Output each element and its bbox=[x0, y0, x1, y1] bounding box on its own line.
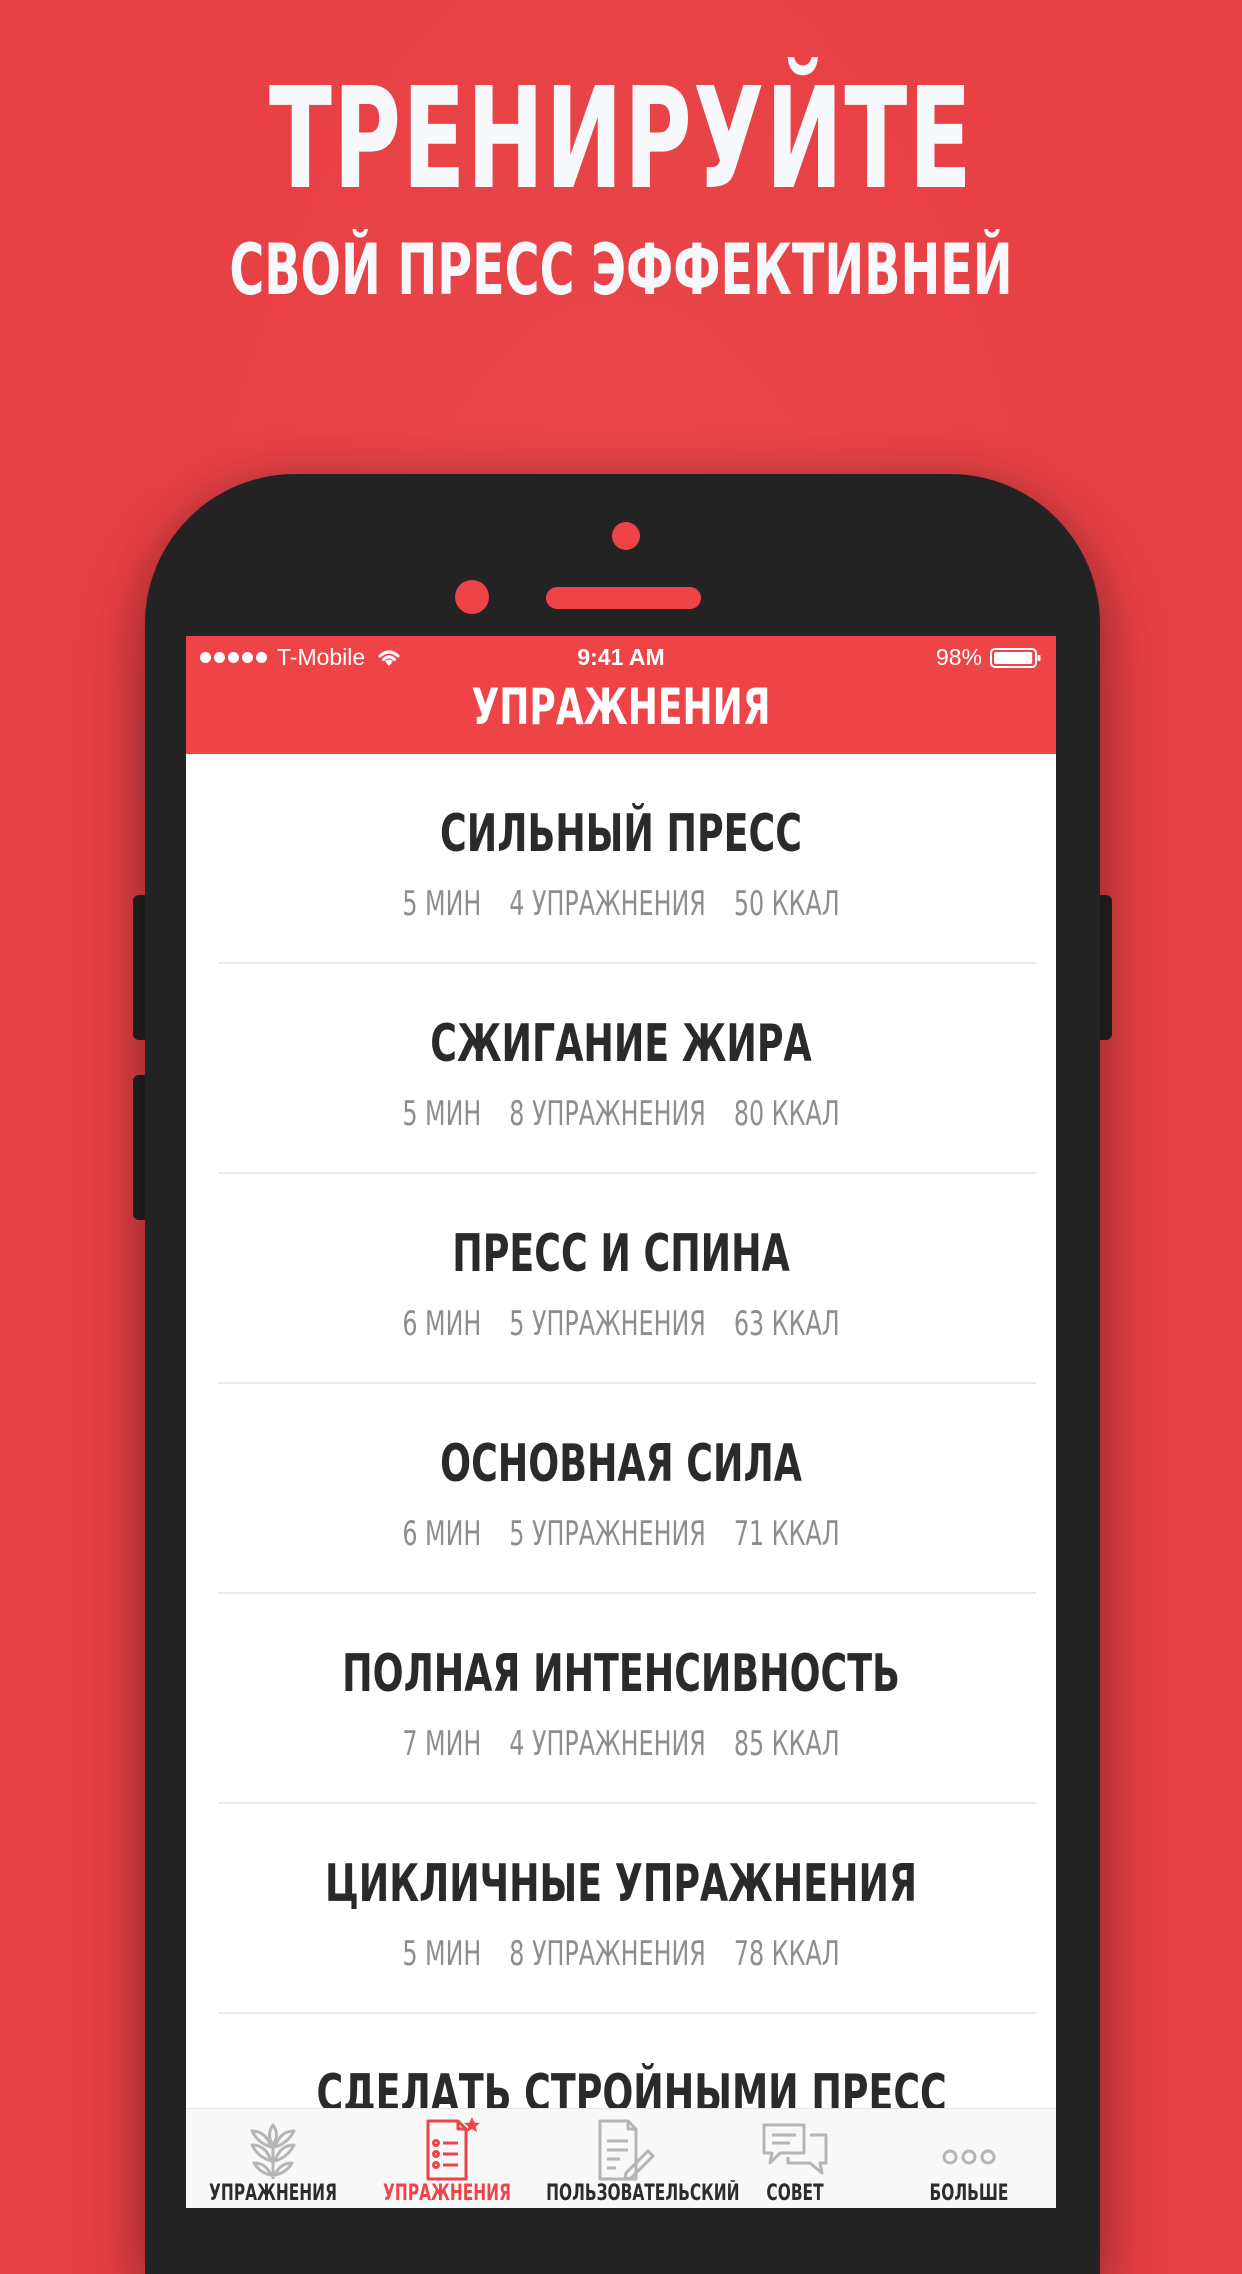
workout-exercises: 4 УПРАЖНЕНИЯ bbox=[509, 884, 706, 924]
checklist-star-icon bbox=[426, 2117, 480, 2181]
workout-title: СЖИГАНИЕ ЖИРА bbox=[430, 1014, 812, 1074]
battery-icon bbox=[990, 647, 1041, 668]
workout-calories: 78 ККАЛ bbox=[733, 1934, 840, 1974]
tab-label: УПРАЖНЕНИЯ bbox=[383, 2181, 511, 2206]
workout-meta: 7 МИН 4 УПРАЖНЕНИЯ 85 ККАЛ bbox=[317, 1722, 926, 1766]
workout-meta: 5 МИН 8 УПРАЖНЕНИЯ 80 ККАЛ bbox=[317, 1092, 926, 1136]
tab-label: СОВЕТ bbox=[766, 2181, 824, 2206]
workout-title: ОСНОВНАЯ СИЛА bbox=[440, 1434, 802, 1494]
workout-meta: 6 МИН 5 УПРАЖНЕНИЯ 63 ККАЛ bbox=[317, 1302, 926, 1346]
workout-title: СИЛЬНЫЙ ПРЕСС bbox=[440, 804, 802, 864]
workout-exercises: 5 УПРАЖНЕНИЯ bbox=[509, 1514, 706, 1554]
more-dots-icon bbox=[942, 2149, 996, 2165]
workout-duration: 6 МИН bbox=[402, 1514, 482, 1554]
workout-exercises: 5 УПРАЖНЕНИЯ bbox=[509, 1304, 706, 1344]
status-time: 9:41 AM bbox=[577, 644, 665, 670]
workout-duration: 5 МИН bbox=[402, 1094, 482, 1134]
workout-duration: 5 МИН bbox=[402, 1934, 482, 1974]
phone-screen: T-Mobile 9:41 AM 98% УПРАЖНЕНИЯ СИЛЬНЫЙ … bbox=[186, 636, 1056, 2208]
workout-duration: 7 МИН bbox=[402, 1724, 482, 1764]
status-right: 98% bbox=[936, 644, 1042, 671]
battery-percent: 98% bbox=[935, 644, 982, 670]
workout-calories: 80 ККАЛ bbox=[733, 1094, 840, 1134]
workout-exercises: 4 УПРАЖНЕНИЯ bbox=[509, 1724, 706, 1764]
workout-meta: 5 МИН 4 УПРАЖНЕНИЯ 50 ККАЛ bbox=[317, 882, 926, 926]
workout-row[interactable]: СЖИГАНИЕ ЖИРА 5 МИН 8 УПРАЖНЕНИЯ 80 ККАЛ bbox=[186, 964, 1056, 1174]
workout-title: ПРЕСС И СПИНА bbox=[452, 1224, 790, 1284]
workout-row[interactable]: ПРЕСС И СПИНА 6 МИН 5 УПРАЖНЕНИЯ 63 ККАЛ bbox=[186, 1174, 1056, 1384]
workout-calories: 71 ККАЛ bbox=[733, 1514, 840, 1554]
promo-subheadline: СВОЙ ПРЕСС ЭФФЕКТИВНЕЙ bbox=[229, 229, 1013, 311]
earpiece-speaker bbox=[546, 587, 701, 609]
document-edit-icon bbox=[598, 2119, 655, 2181]
workout-calories: 85 ККАЛ bbox=[733, 1724, 840, 1764]
tab-label: УПРАЖНЕНИЯ bbox=[209, 2181, 337, 2206]
workout-row[interactable]: ОСНОВНАЯ СИЛА 6 МИН 5 УПРАЖНЕНИЯ 71 ККАЛ bbox=[186, 1384, 1056, 1594]
workout-title: ПОЛНАЯ ИНТЕНСИВНОСТЬ bbox=[342, 1644, 900, 1704]
workout-meta: 5 МИН 8 УПРАЖНЕНИЯ 78 ККАЛ bbox=[317, 1932, 926, 1976]
workout-meta: 6 МИН 5 УПРАЖНЕНИЯ 71 ККАЛ bbox=[317, 1512, 926, 1556]
proximity-sensor bbox=[455, 580, 489, 614]
status-bar: T-Mobile 9:41 AM 98% bbox=[186, 636, 1056, 676]
tab-workouts-active[interactable]: УПРАЖНЕНИЯ bbox=[360, 2109, 534, 2208]
wheat-icon bbox=[250, 2123, 296, 2179]
workout-row[interactable]: ПОЛНАЯ ИНТЕНСИВНОСТЬ 7 МИН 4 УПРАЖНЕНИЯ 85… bbox=[186, 1594, 1056, 1804]
front-camera bbox=[612, 522, 640, 550]
tab-workouts[interactable]: УПРАЖНЕНИЯ bbox=[186, 2109, 360, 2208]
tab-label: ПОЛЬЗОВАТЕЛЬСКИЙ bbox=[546, 2181, 740, 2206]
workout-title: ЦИКЛИЧНЫЕ УПРАЖНЕНИЯ bbox=[324, 1854, 918, 1914]
workout-exercises: 8 УПРАЖНЕНИЯ bbox=[509, 1094, 706, 1134]
navigation-bar: T-Mobile 9:41 AM 98% УПРАЖНЕНИЯ bbox=[186, 636, 1056, 754]
workout-duration: 6 МИН bbox=[402, 1304, 482, 1344]
tab-more[interactable]: БОЛЬШЕ bbox=[882, 2109, 1056, 2208]
chat-bubbles-icon bbox=[762, 2123, 828, 2175]
tab-bar: УПРАЖНЕНИЯ УПРАЖНЕНИЯ ПОЛЬЗОВАТЕЛЬСКИЙ С… bbox=[186, 2108, 1056, 2208]
workout-row[interactable]: ЦИКЛИЧНЫЕ УПРАЖНЕНИЯ 5 МИН 8 УПРАЖНЕНИЯ 78… bbox=[186, 1804, 1056, 2014]
promo-headline: ТРЕНИРУЙТЕ bbox=[268, 58, 974, 221]
workout-duration: 5 МИН bbox=[402, 884, 482, 924]
tab-label: БОЛЬШЕ bbox=[929, 2181, 1009, 2206]
workout-calories: 63 ККАЛ bbox=[733, 1304, 840, 1344]
nav-title: УПРАЖНЕНИЯ bbox=[471, 678, 771, 736]
workout-calories: 50 ККАЛ bbox=[733, 884, 840, 924]
workout-row[interactable]: СИЛЬНЫЙ ПРЕСС 5 МИН 4 УПРАЖНЕНИЯ 50 ККАЛ bbox=[186, 754, 1056, 964]
tab-custom[interactable]: ПОЛЬЗОВАТЕЛЬСКИЙ bbox=[534, 2109, 740, 2208]
workout-exercises: 8 УПРАЖНЕНИЯ bbox=[509, 1934, 706, 1974]
tab-advice[interactable]: СОВЕТ bbox=[708, 2109, 882, 2208]
workout-list: СИЛЬНЫЙ ПРЕСС 5 МИН 4 УПРАЖНЕНИЯ 50 ККАЛ С… bbox=[186, 754, 1056, 2208]
